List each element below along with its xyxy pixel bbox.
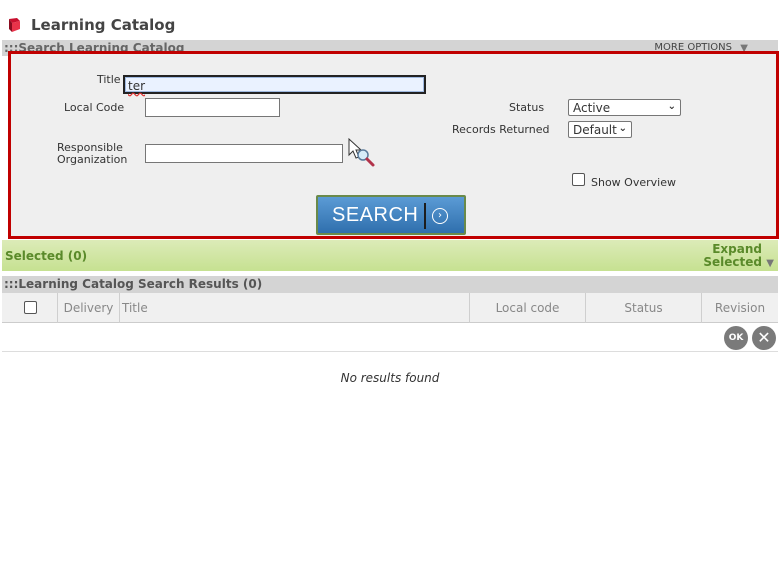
- status-select[interactable]: Active ⌄: [568, 99, 681, 116]
- column-header-local-code[interactable]: Local code: [470, 293, 586, 323]
- selected-bar: Selected (0) Expand Selected ▼: [2, 240, 778, 271]
- page-header: Learning Catalog: [0, 10, 780, 40]
- arrow-right-icon: ›: [432, 208, 448, 224]
- results-toolbar: OK ✕: [2, 323, 778, 352]
- records-returned-value: Default: [573, 123, 617, 137]
- records-returned-select[interactable]: Default ⌄: [568, 121, 632, 138]
- local-code-input[interactable]: [145, 98, 280, 117]
- ok-button[interactable]: OK: [724, 326, 748, 350]
- select-all-column: [2, 293, 58, 323]
- select-all-checkbox[interactable]: [24, 301, 37, 314]
- column-header-title[interactable]: Title: [120, 293, 470, 323]
- title-input[interactable]: ter: [123, 75, 426, 94]
- show-overview-checkbox[interactable]: [572, 173, 585, 186]
- local-code-label: Local Code: [64, 101, 125, 114]
- organization-lookup-icon[interactable]: [348, 138, 378, 168]
- title-input-value: ter: [128, 79, 146, 93]
- column-header-delivery[interactable]: Delivery: [58, 293, 120, 323]
- expand-selected-link[interactable]: Expand Selected: [703, 243, 762, 269]
- responsible-org-label-line2: Organization: [57, 153, 128, 166]
- results-header-bar: :::Learning Catalog Search Results (0): [2, 276, 778, 293]
- search-form: Title ter Local Code Responsible Organiz…: [8, 51, 779, 239]
- results-table-header: Delivery Title Local code Status Revisio…: [2, 293, 778, 323]
- page-title: Learning Catalog: [31, 16, 176, 34]
- no-results-message: No results found: [340, 371, 440, 385]
- button-divider: [424, 203, 426, 229]
- selected-count: Selected (0): [5, 249, 88, 263]
- book-icon: [9, 18, 20, 32]
- chevron-down-icon: ⌄: [667, 101, 676, 112]
- expand-selected-line1: Expand: [712, 242, 762, 256]
- results-title: :::Learning Catalog Search Results (0): [4, 277, 263, 291]
- records-returned-label: Records Returned: [452, 123, 550, 136]
- column-header-revision[interactable]: Revision: [702, 293, 778, 323]
- title-label: Title: [97, 73, 121, 86]
- responsible-org-label: Responsible Organization: [57, 142, 127, 166]
- search-button-label: SEARCH: [332, 204, 419, 226]
- close-icon: ✕: [757, 328, 771, 347]
- show-overview-label: Show Overview: [591, 176, 676, 189]
- arrow-down-icon[interactable]: ▼: [766, 258, 774, 269]
- responsible-org-input[interactable]: [145, 144, 343, 163]
- ok-button-label: OK: [728, 333, 744, 343]
- status-label: Status: [509, 101, 545, 114]
- expand-selected-line2: Selected: [703, 255, 762, 269]
- status-select-value: Active: [573, 101, 611, 115]
- close-button[interactable]: ✕: [752, 326, 776, 350]
- search-button[interactable]: SEARCH ›: [316, 195, 466, 235]
- column-header-status[interactable]: Status: [586, 293, 702, 323]
- chevron-down-icon: ⌄: [618, 123, 627, 134]
